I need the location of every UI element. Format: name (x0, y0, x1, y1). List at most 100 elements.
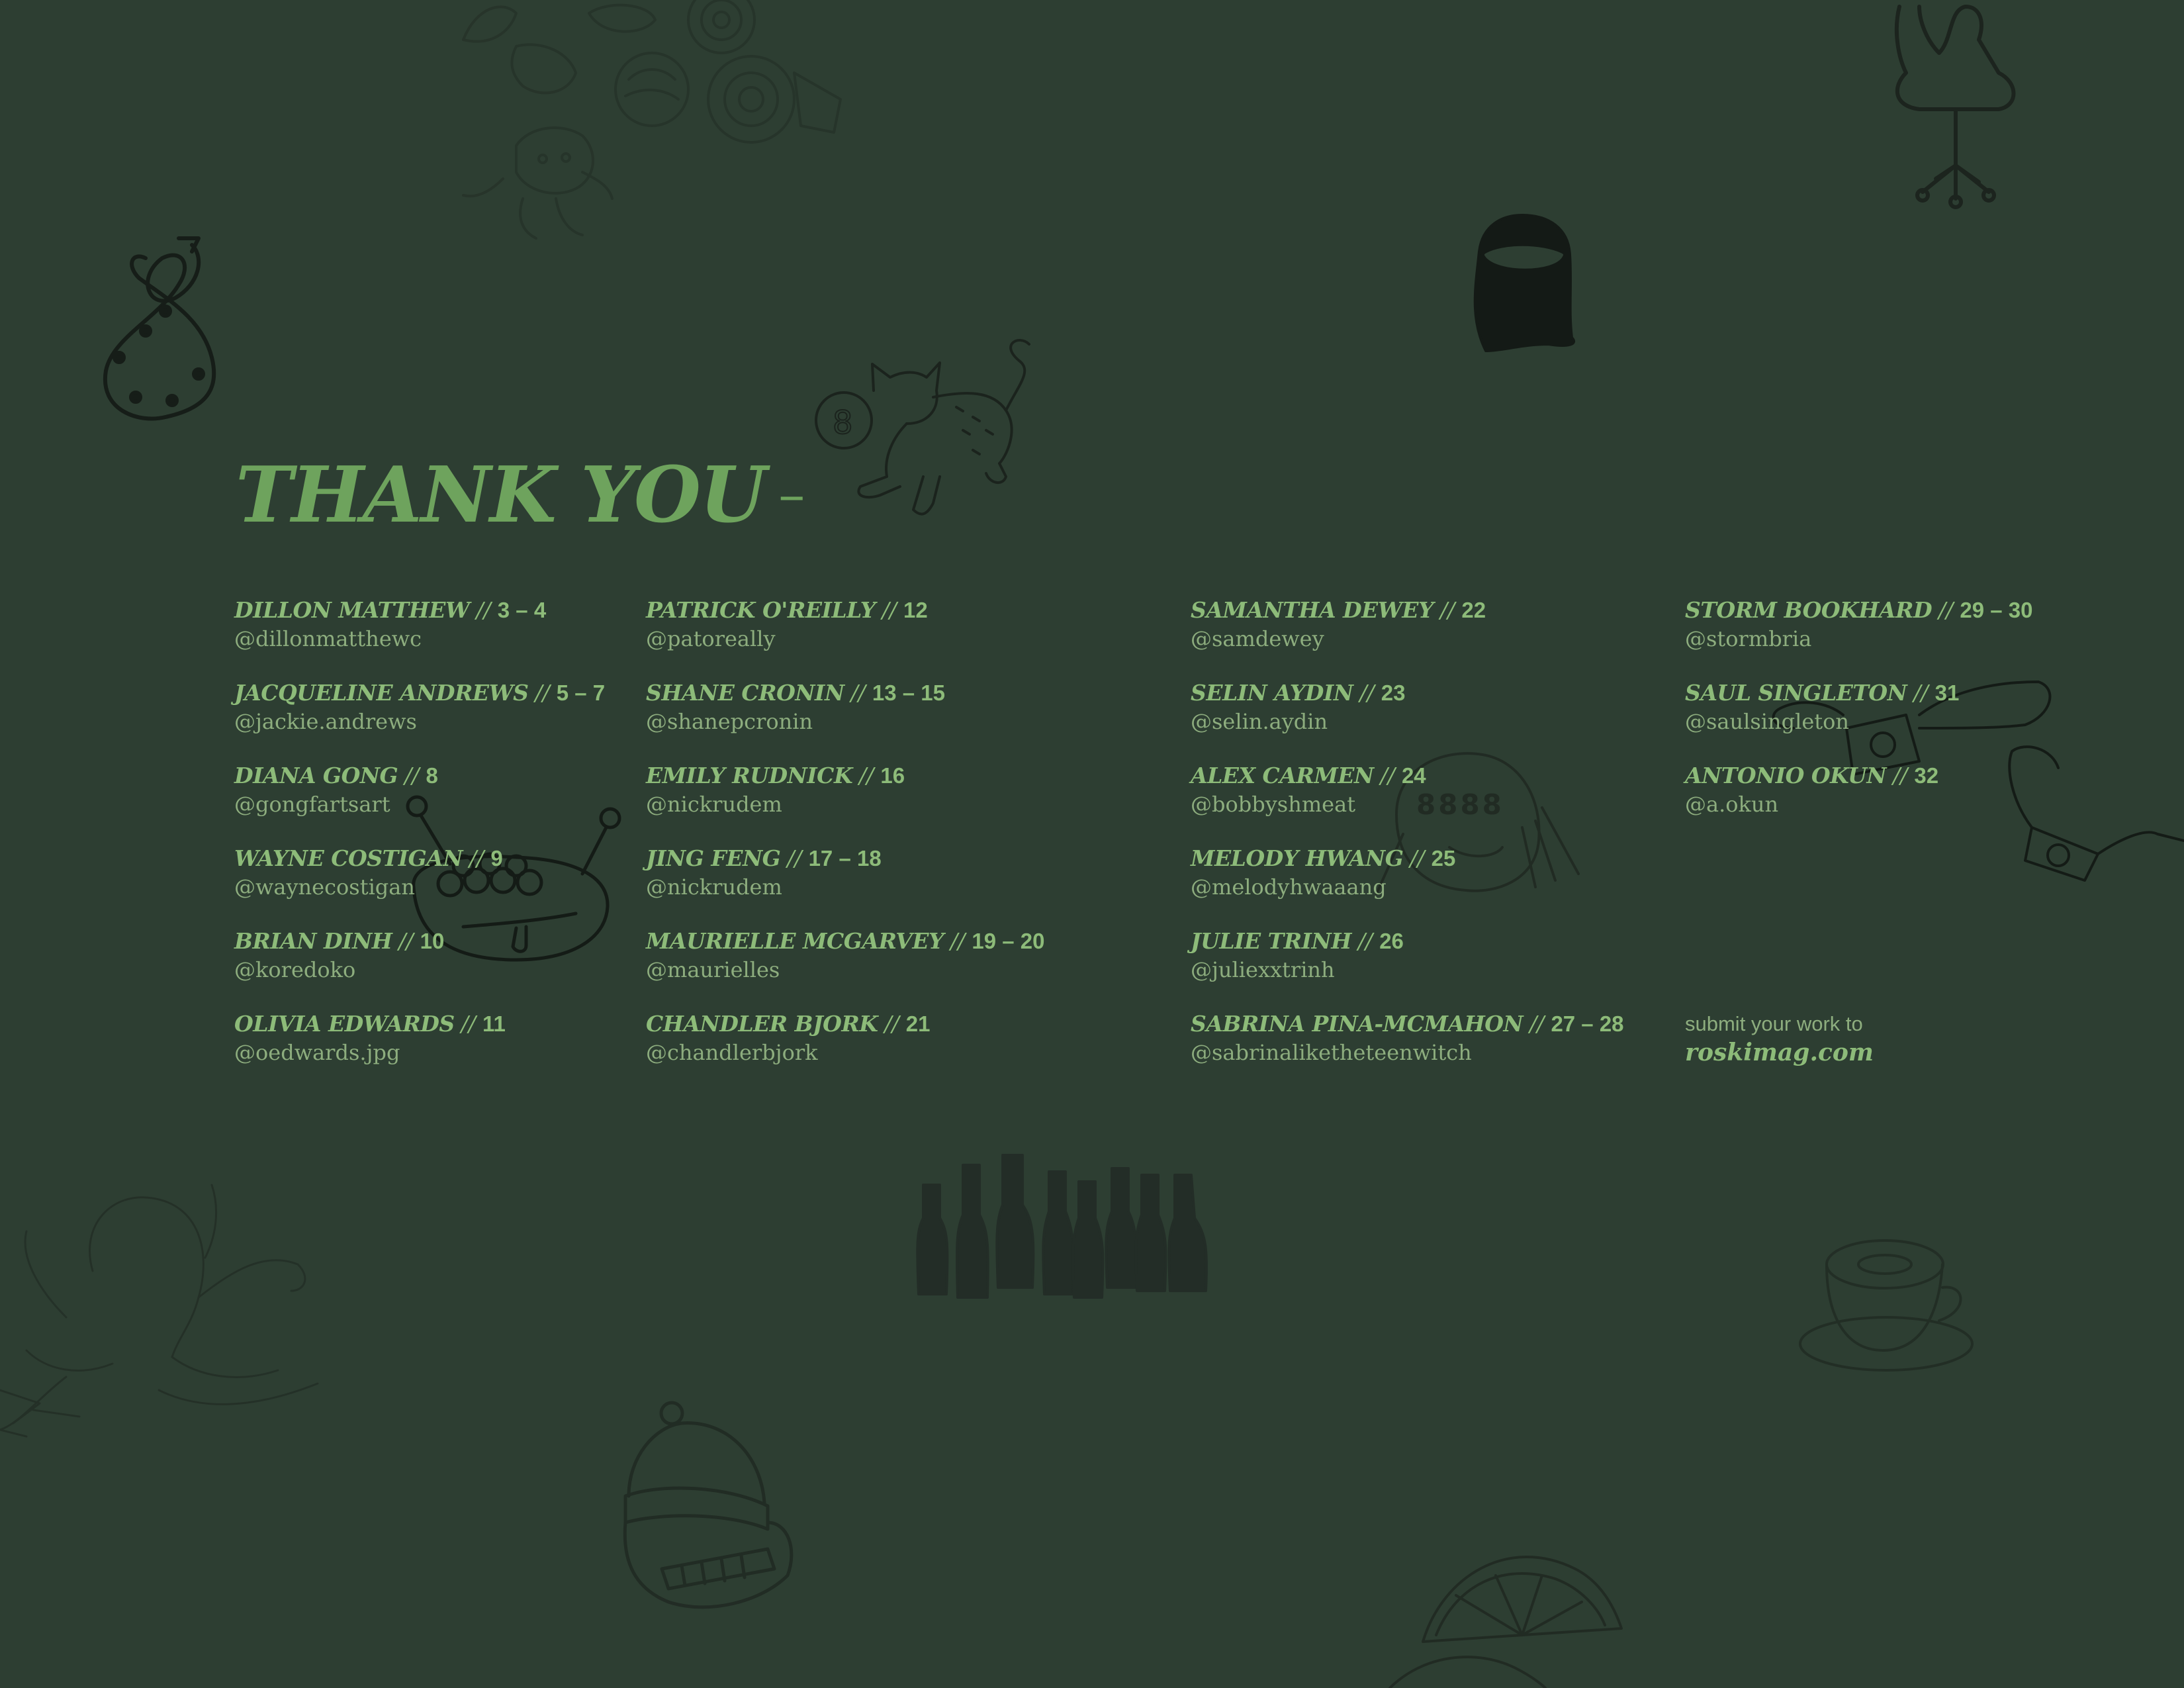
contributor-credit-line: SHANE CRONIN//13 – 15 (646, 680, 1044, 707)
contributor-entry: JACQUELINE ANDREWS//5 – 7 @jackie.andrews (234, 680, 605, 763)
contributor-entry: MAURIELLE MCGARVEY//19 – 20 @maurielles (646, 928, 1044, 1011)
separator: // (535, 680, 550, 706)
contributor-name: JING FENG (646, 845, 781, 871)
separator: // (859, 763, 874, 788)
page-numbers: 10 (420, 929, 445, 953)
hermit-crab-doodle (462, 126, 614, 240)
contributor-credit-line: EMILY RUDNICK//16 (646, 763, 1044, 790)
page-numbers: 25 (1431, 846, 1456, 870)
contributor-entry: DIANA GONG//8 @gongfartsart (234, 763, 605, 845)
contributor-credit-line: JACQUELINE ANDREWS//5 – 7 (234, 680, 605, 707)
page-numbers: 17 – 18 (808, 846, 882, 870)
page-numbers: 13 – 15 (872, 680, 945, 705)
contributor-credit-line: SAMANTHA DEWEY//22 (1191, 597, 1624, 624)
contributor-entry: CHANDLER BJORK//21 @chandlerbjork (646, 1011, 1044, 1094)
thank-you-page: 8 8888 THANK YOU – DILLON MATTHEW // 3 –… (0, 0, 2184, 1688)
page-numbers: 26 (1379, 929, 1404, 953)
credits-column-2: PATRICK O'REILLY//12 @patoreally SHANE CRO… (646, 597, 1044, 1094)
contributor-handle: @waynecostigan (234, 874, 415, 900)
contributor-entry: SAUL SINGLETON//31 @saulsingleton (1685, 680, 2032, 763)
separator: // (1359, 680, 1375, 706)
contributor-name: ALEX CARMEN (1191, 763, 1374, 788)
contributor-handle: @chandlerbjork (646, 1040, 818, 1065)
contributor-handle: @nickrudem (646, 874, 782, 900)
contributor-credit-line: SELIN AYDIN//23 (1191, 680, 1624, 707)
contributor-handle: @koredoko (234, 957, 356, 982)
contributor-entry: JULIE TRINH//26 @juliexxtrinh (1191, 928, 1624, 1011)
separator: // (1410, 845, 1425, 871)
contributor-name: SAUL SINGLETON (1685, 680, 1907, 706)
contributor-entry: MELODY HWANG//25 @melodyhwaaang (1191, 845, 1624, 928)
separator: // (404, 763, 420, 788)
contributor-entry: SHANE CRONIN//13 – 15 @shanepcronin (646, 680, 1044, 763)
submit-link[interactable]: roskimag.com (1685, 1037, 1874, 1068)
separator: // (469, 845, 484, 871)
contributor-credit-line: ALEX CARMEN//24 (1191, 763, 1624, 790)
contributor-handle: @gongfartsart (234, 792, 390, 817)
contributor-handle: @maurielles (646, 957, 780, 982)
beanie-head-doodle (623, 1401, 794, 1609)
contributor-credit-line: MELODY HWANG//25 (1191, 845, 1624, 872)
separator: // (950, 928, 966, 954)
credits-column-4: STORM BOOKHARD // 29 – 30 @stormbria SAUL SI… (1685, 597, 2032, 845)
contributor-entry: EMILY RUDNICK//16 @nickrudem (646, 763, 1044, 845)
wine-bottles-doodle (916, 1154, 1208, 1299)
thank-you-title: THANK YOU – (236, 457, 805, 534)
submit-label: submit your work to (1685, 1012, 1863, 1035)
contributor-credit-line: DIANA GONG//8 (234, 763, 605, 790)
chair-doodle (1894, 5, 2016, 209)
page-numbers: 32 (1914, 763, 1939, 788)
contributor-credit-line: OLIVIA EDWARDS//11 (234, 1011, 605, 1038)
page-numbers: 9 (490, 846, 503, 870)
contributor-handle: @nickrudem (646, 792, 782, 817)
contributor-name: SHANE CRONIN (646, 680, 844, 706)
seashells-doodle (462, 0, 842, 144)
balaclava-doodle (1473, 214, 1575, 352)
contributor-entry: JING FENG//17 – 18 @nickrudem (646, 845, 1044, 928)
contributor-handle: @oedwards.jpg (234, 1040, 400, 1065)
page-numbers: 12 (903, 598, 928, 622)
contributor-name: EMILY RUDNICK (646, 763, 853, 788)
contributor-handle: @patoreally (646, 626, 776, 651)
octopus-doodle (0, 1184, 319, 1438)
contributor-handle: @stormbria (1685, 626, 1812, 651)
page-numbers: 29 – 30 (1960, 598, 2033, 622)
separator: // (787, 845, 802, 871)
page-numbers: 19 – 20 (972, 929, 1045, 953)
contributor-handle: @a.okun (1685, 792, 1779, 817)
contributor-entry: SELIN AYDIN//23 @selin.aydin (1191, 680, 1624, 763)
separator: // (1913, 680, 1929, 706)
contributor-name: STORM BOOKHARD (1685, 597, 1933, 623)
page-numbers: 3 – 4 (497, 598, 547, 622)
page-numbers: 5 – 7 (556, 680, 606, 705)
contributor-name: DIANA GONG (234, 763, 398, 788)
contributor-credit-line: BRIAN DINH//10 (234, 928, 605, 955)
snake-doodle (103, 236, 216, 421)
contributor-entry: WAYNE COSTIGAN//9 @waynecostigan (234, 845, 605, 928)
contributor-name: ANTONIO OKUN (1685, 763, 1887, 788)
contributor-name: BRIAN DINH (234, 928, 392, 954)
page-numbers: 8 (426, 763, 438, 788)
page-numbers: 22 (1461, 598, 1486, 622)
contributor-credit-line: ANTONIO OKUN//32 (1685, 763, 2032, 790)
contributor-entry: PATRICK O'REILLY//12 @patoreally (646, 597, 1044, 680)
contributor-handle: @dillonmatthewc (234, 626, 422, 651)
page-numbers: 16 (880, 763, 905, 788)
contributor-handle: @selin.aydin (1191, 709, 1328, 734)
contributor-handle: @jackie.andrews (234, 709, 417, 734)
separator: // (882, 597, 897, 623)
contributor-entry: OLIVIA EDWARDS//11 @oedwards.jpg (234, 1011, 605, 1094)
separator: // (1529, 1011, 1545, 1037)
page-numbers: 23 (1381, 680, 1406, 705)
credits-column-3: SAMANTHA DEWEY//22 @samdewey SELIN AYDIN//… (1191, 597, 1624, 1094)
contributor-entry: BRIAN DINH//10 @koredoko (234, 928, 605, 1011)
contributor-name: PATRICK O'REILLY (646, 597, 876, 623)
contributor-credit-line: MAURIELLE MCGARVEY//19 – 20 (646, 928, 1044, 955)
contributor-entry: SAMANTHA DEWEY//22 @samdewey (1191, 597, 1624, 680)
contributor-entry: STORM BOOKHARD//29 – 30 @stormbria (1685, 597, 2032, 680)
contributor-name: JULIE TRINH (1191, 928, 1351, 954)
contributor-handle: @samdewey (1191, 626, 1324, 651)
title-text: THANK YOU (236, 450, 766, 540)
contributor-credit-line: WAYNE COSTIGAN//9 (234, 845, 605, 872)
contributor-handle: @bobbyshmeat (1191, 792, 1356, 817)
